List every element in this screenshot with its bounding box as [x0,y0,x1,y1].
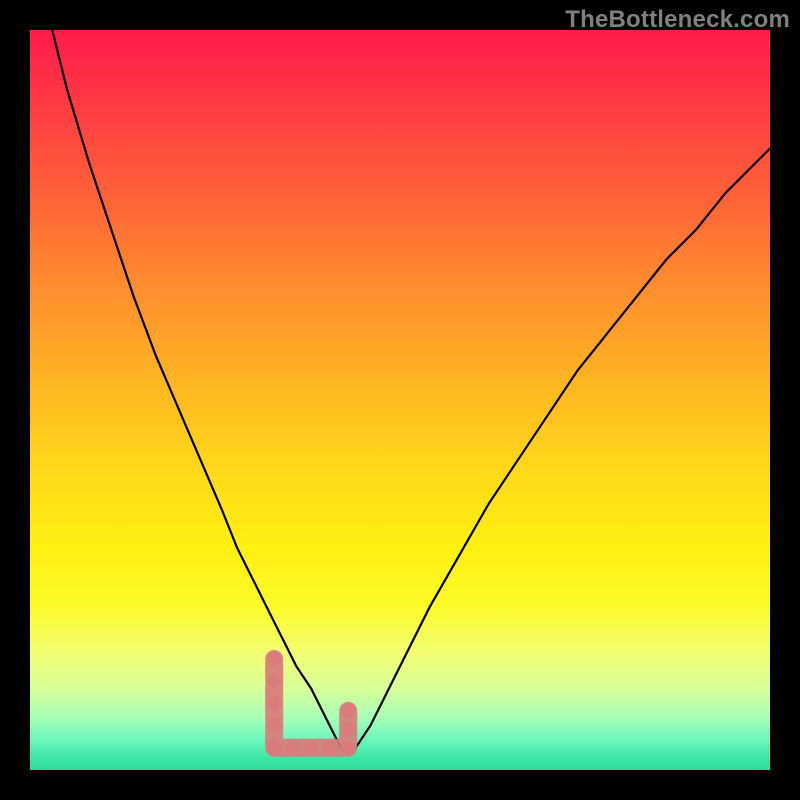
bottleneck-curve [30,30,770,770]
optimal-zone-markers [30,30,770,770]
chart-frame: TheBottleneck.com [0,0,800,800]
attribution-text: TheBottleneck.com [565,6,790,34]
plot-area [30,30,770,770]
